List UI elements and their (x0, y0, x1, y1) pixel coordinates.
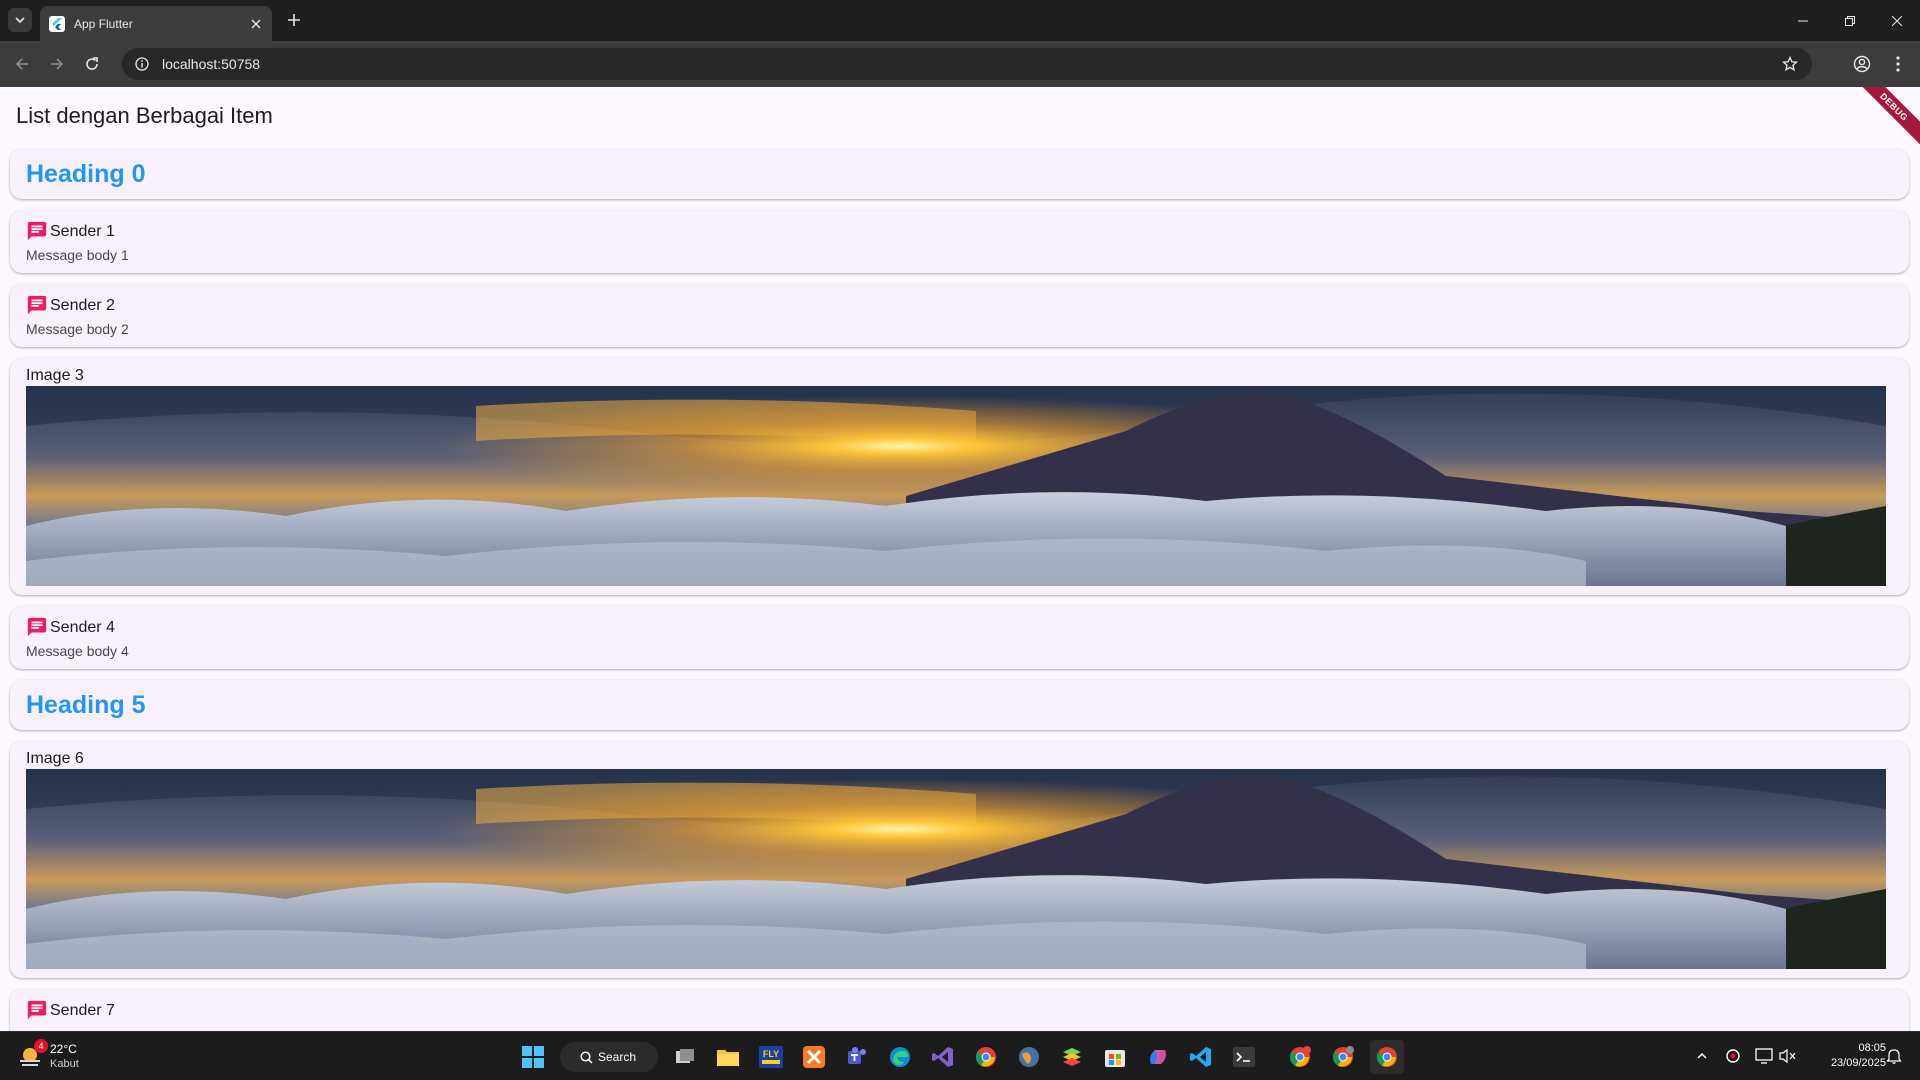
reload-button[interactable] (78, 50, 106, 78)
search-label: Search (598, 1050, 637, 1064)
close-window-button[interactable] (1874, 0, 1920, 41)
speaker-muted-icon[interactable] (1776, 1044, 1800, 1068)
start-button[interactable] (516, 1040, 550, 1074)
message-icon (27, 221, 47, 241)
message-body: Message body 1 (26, 247, 129, 263)
browser-globe-icon[interactable] (1012, 1040, 1046, 1074)
message-icon (27, 617, 47, 637)
profile-button[interactable] (1848, 50, 1876, 78)
message-card[interactable]: Sender 2 Message body 2 (10, 284, 1909, 347)
flyer-app-icon[interactable]: FLY (754, 1040, 788, 1074)
weather-desc: Kabut (50, 1058, 79, 1070)
taskbar-search[interactable]: Search (560, 1042, 658, 1072)
weather-badge: 4 (34, 1039, 48, 1053)
edge-icon[interactable] (883, 1040, 917, 1074)
visual-studio-icon[interactable] (926, 1040, 960, 1074)
forward-button[interactable] (43, 50, 71, 78)
image-title: Image 6 (26, 750, 84, 767)
url-text: localhost:50758 (162, 56, 261, 72)
arrow-left-icon (15, 58, 28, 70)
chevron-down-icon (15, 17, 25, 24)
minimize-icon (1798, 20, 1808, 21)
weather-temp: 22°C (50, 1042, 77, 1056)
heading-card: Heading 5 (10, 680, 1909, 730)
vscode-icon[interactable] (1184, 1040, 1218, 1074)
windows-taskbar: 4 22°C Kabut Search FLY 08:05 23/09/2025 (0, 1031, 1920, 1080)
microsoft-store-icon[interactable] (1098, 1040, 1132, 1074)
sync-tray-icon[interactable] (1721, 1044, 1745, 1068)
image-card[interactable]: Image 3 (10, 358, 1909, 595)
svg-text:FLY: FLY (763, 1049, 779, 1059)
browser-toolbar: localhost:50758 (0, 41, 1920, 87)
search-icon (580, 1050, 593, 1064)
clock-date: 23/09/2025 (1830, 1057, 1886, 1069)
message-sender: Sender 4 (50, 619, 115, 636)
address-bar[interactable]: localhost:50758 (122, 48, 1812, 80)
site-info-icon[interactable] (126, 48, 158, 80)
network-icon[interactable] (1752, 1044, 1776, 1068)
tab-search-button[interactable] (8, 8, 32, 32)
message-sender: Sender 1 (50, 223, 115, 240)
debug-banner: DEBUG (1854, 87, 1920, 147)
account-icon (1853, 55, 1871, 73)
message-body: Message body 2 (26, 321, 129, 337)
landscape-image (26, 386, 1886, 586)
chrome-active-icon[interactable] (1370, 1040, 1404, 1074)
message-icon (27, 295, 47, 315)
restore-button[interactable] (1827, 0, 1873, 41)
plus-icon (288, 14, 300, 26)
terminal-icon[interactable] (1227, 1040, 1261, 1074)
file-explorer-icon[interactable] (711, 1040, 745, 1074)
message-sender: Sender 2 (50, 297, 115, 314)
browser-tab-bar: App Flutter (0, 0, 1920, 41)
close-icon (1892, 15, 1902, 26)
close-tab-icon[interactable] (246, 14, 266, 34)
heading-text: Heading 5 (26, 691, 146, 719)
flutter-icon (49, 15, 65, 32)
restore-icon (1845, 15, 1855, 26)
heading-text: Heading 0 (26, 160, 146, 188)
message-body: Message body 4 (26, 643, 129, 659)
back-button[interactable] (8, 50, 36, 78)
clock-time: 08:05 (1858, 1042, 1886, 1054)
browser-tab[interactable]: App Flutter (40, 6, 272, 41)
bluestacks-icon[interactable] (1055, 1040, 1089, 1074)
bookmark-star-icon[interactable] (1774, 48, 1806, 80)
new-tab-button[interactable] (282, 8, 306, 32)
xampp-icon[interactable] (797, 1040, 831, 1074)
minimize-button[interactable] (1780, 0, 1826, 41)
chrome-profile-icon[interactable] (1326, 1040, 1360, 1074)
image-title: Image 3 (26, 367, 84, 384)
message-card[interactable]: Sender 1 Message body 1 (10, 210, 1909, 273)
copilot-icon[interactable] (1141, 1040, 1175, 1074)
tab-title: App Flutter (74, 16, 133, 31)
chrome-profile-icon[interactable] (1283, 1040, 1317, 1074)
flutter-app: List dengan Berbagai Item DEBUG Heading … (0, 87, 1920, 1031)
notification-bell-icon[interactable] (1882, 1044, 1906, 1068)
more-vert-icon (1896, 56, 1900, 72)
weather-widget[interactable]: 4 22°C Kabut (16, 1039, 96, 1075)
app-bar-title: List dengan Berbagai Item (16, 103, 273, 128)
heading-card: Heading 0 (10, 149, 1909, 199)
chevron-up-icon[interactable] (1690, 1044, 1714, 1068)
chrome-icon[interactable] (969, 1040, 1003, 1074)
message-card[interactable]: Sender 4 Message body 4 (10, 606, 1909, 669)
image-card[interactable]: Image 6 (10, 741, 1909, 978)
message-card[interactable]: Sender 7 (10, 989, 1909, 1031)
reload-icon (86, 57, 98, 70)
task-view-icon[interactable] (668, 1040, 702, 1074)
teams-icon[interactable] (840, 1040, 874, 1074)
message-icon (27, 1000, 47, 1020)
browser-menu-button[interactable] (1884, 50, 1912, 78)
message-sender: Sender 7 (50, 1002, 115, 1019)
landscape-image (26, 769, 1886, 969)
arrow-right-icon (51, 58, 64, 70)
windows-logo-icon (522, 1046, 544, 1068)
taskbar-clock[interactable]: 08:05 23/09/2025 (1831, 1041, 1886, 1071)
